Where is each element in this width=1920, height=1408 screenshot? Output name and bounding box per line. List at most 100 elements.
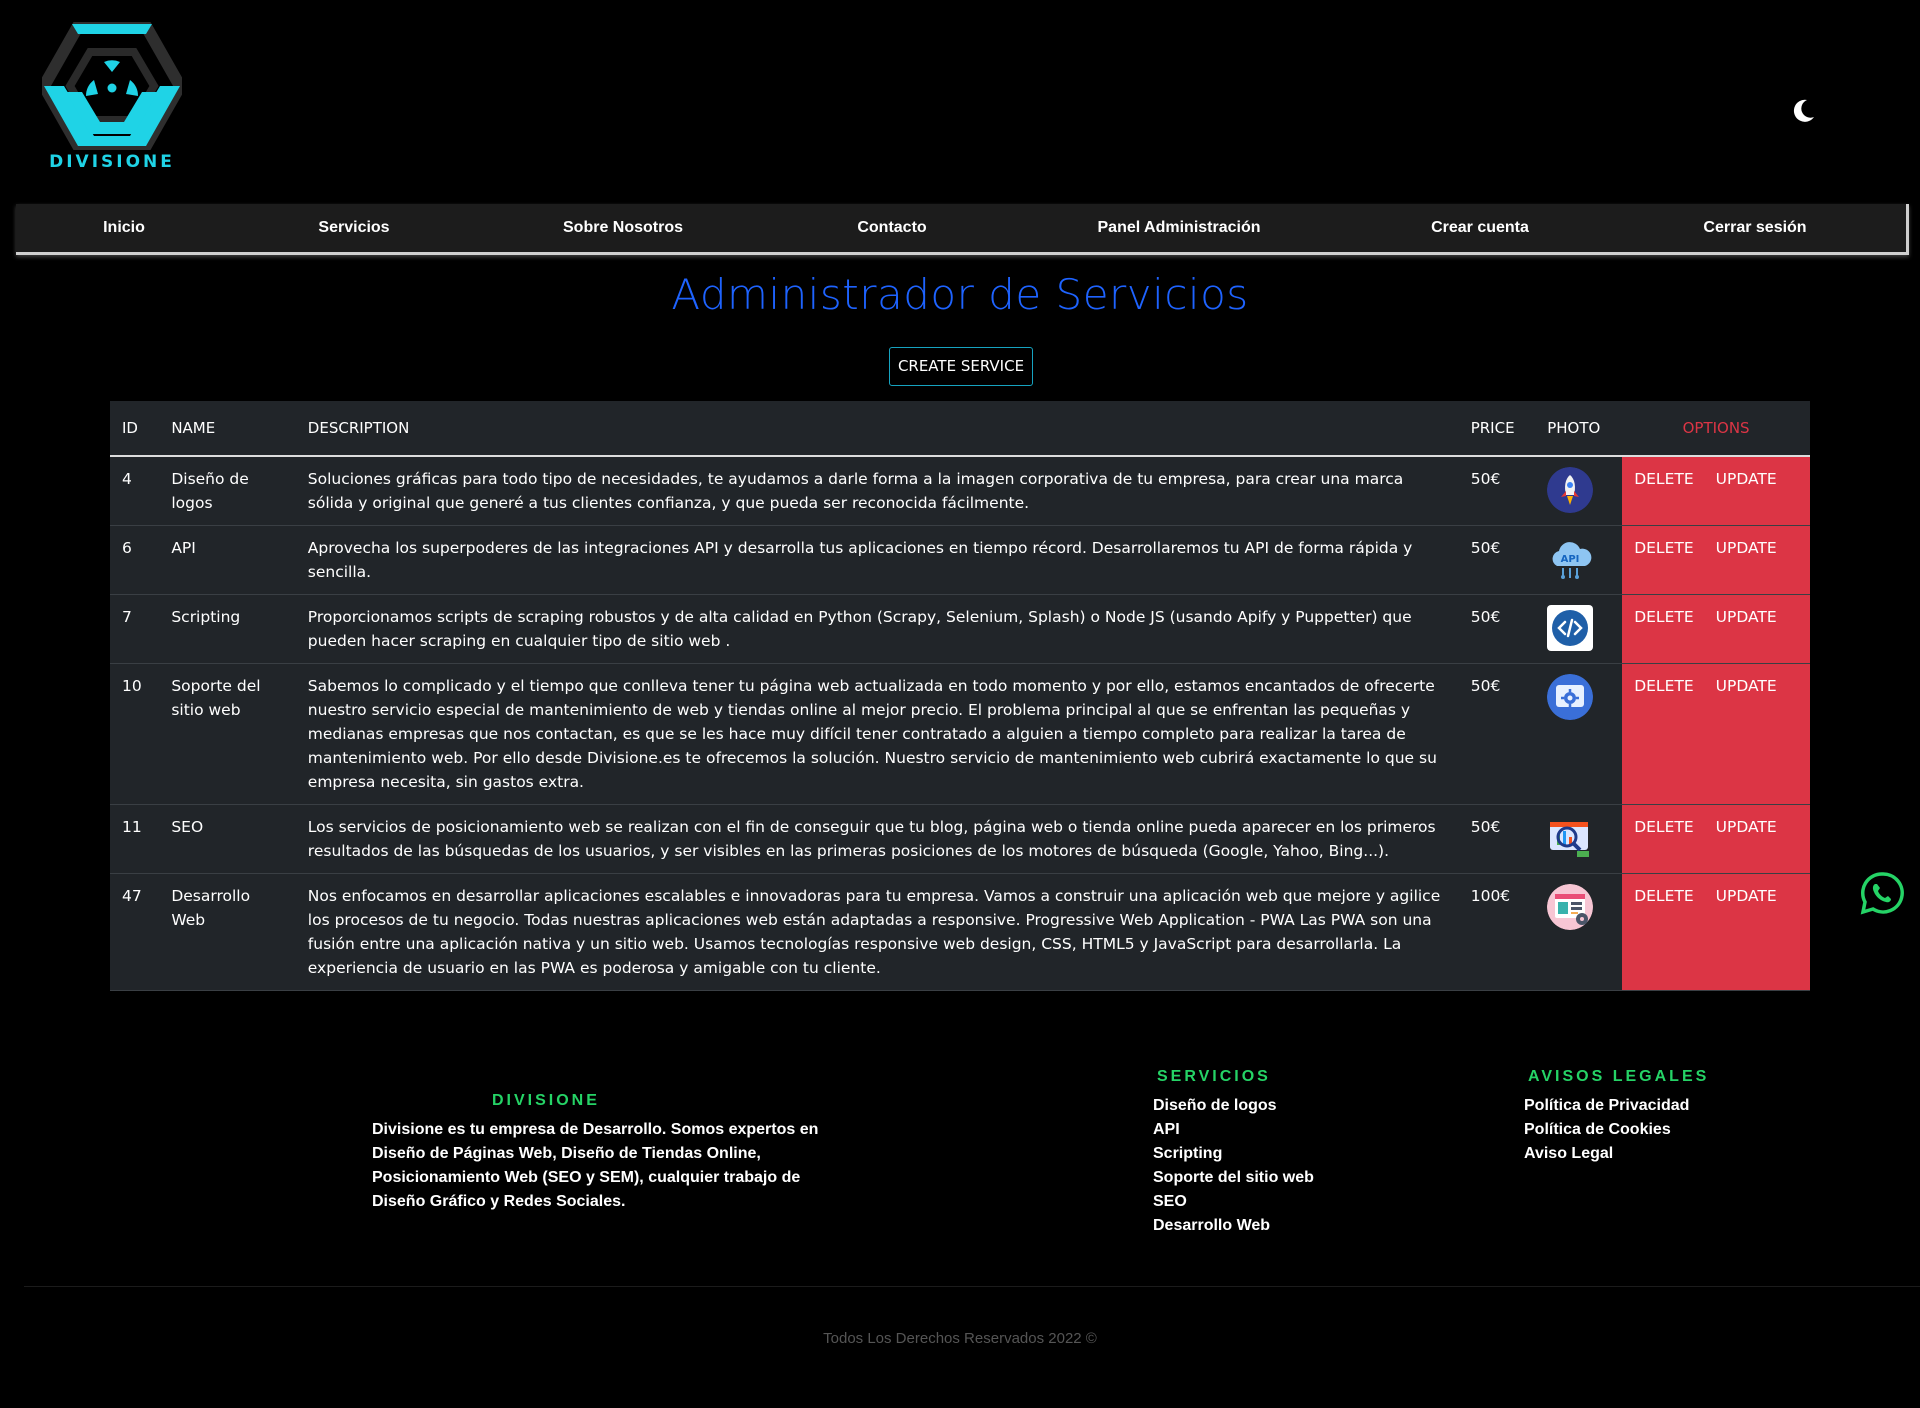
nav-item-crear-cuenta[interactable]: Crear cuenta <box>1431 204 1529 252</box>
cell-photo: API <box>1535 525 1623 595</box>
seo-search-icon <box>1547 815 1593 861</box>
nav-item-contacto[interactable]: Contacto <box>857 204 926 252</box>
delete-button[interactable]: DELETE <box>1634 818 1693 836</box>
footer-link-api[interactable]: API <box>1153 1118 1314 1142</box>
footer-services-title: SERVICIOS <box>1157 1068 1271 1085</box>
update-button[interactable]: UPDATE <box>1716 887 1777 905</box>
footer-link-aviso-legal[interactable]: Aviso Legal <box>1524 1142 1689 1166</box>
table-row: 4 Diseño de logos Soluciones gráficas pa… <box>110 456 1810 526</box>
cell-id: 10 <box>110 663 160 805</box>
code-icon <box>1547 605 1594 651</box>
cell-name: Desarrollo Web <box>159 873 296 991</box>
table-row: 6 API Aprovecha los superpoderes de las … <box>110 525 1810 595</box>
footer-link-diseno-logos[interactable]: Diseño de logos <box>1153 1094 1314 1118</box>
delete-button[interactable]: DELETE <box>1634 470 1693 488</box>
cell-options: DELETE UPDATE <box>1622 873 1810 991</box>
cell-name: Diseño de logos <box>159 456 296 526</box>
cell-photo <box>1535 594 1623 664</box>
nav-item-servicios[interactable]: Servicios <box>318 204 389 252</box>
cell-price: 50€ <box>1458 456 1536 526</box>
nav-item-cerrar-sesion[interactable]: Cerrar sesión <box>1703 204 1806 252</box>
brand-logo[interactable]: DIVISIONE <box>42 22 182 174</box>
cell-options: DELETE UPDATE <box>1622 663 1810 805</box>
delete-button[interactable]: DELETE <box>1634 887 1693 905</box>
cell-price: 100€ <box>1458 873 1536 991</box>
header-options: OPTIONS <box>1622 401 1810 457</box>
footer-about-line: Posicionamiento Web (SEO y SEM), cualqui… <box>372 1169 801 1186</box>
table-row: 7 Scripting Proporcionamos scripts de sc… <box>110 594 1810 664</box>
update-button[interactable]: UPDATE <box>1716 677 1777 695</box>
cell-options: DELETE UPDATE <box>1622 456 1810 526</box>
footer-link-seo[interactable]: SEO <box>1153 1190 1314 1214</box>
footer-about-text: Divisione es tu empresa de Desarrollo. S… <box>372 1118 818 1214</box>
moon-icon <box>1793 99 1814 122</box>
footer-divider <box>24 1286 1920 1287</box>
cell-options: DELETE UPDATE <box>1622 804 1810 874</box>
cell-name: Scripting <box>159 594 296 664</box>
delete-button[interactable]: DELETE <box>1634 608 1693 626</box>
theme-toggle-button[interactable] <box>1788 96 1818 126</box>
cell-name: Soporte del sitio web <box>159 663 296 805</box>
table-row: 10 Soporte del sitio web Sabemos lo comp… <box>110 663 1810 805</box>
whatsapp-icon <box>1860 872 1904 915</box>
cell-price: 50€ <box>1458 663 1536 805</box>
table-header-row: ID NAME DESCRIPTION PRICE PHOTO OPTIONS <box>110 401 1810 457</box>
footer-legal-list: Política de Privacidad Política de Cooki… <box>1524 1094 1689 1166</box>
header-price: PRICE <box>1458 401 1536 457</box>
delete-button[interactable]: DELETE <box>1634 539 1693 557</box>
cell-id: 11 <box>110 804 160 874</box>
footer-about-line: Divisione es tu empresa de Desarrollo. S… <box>372 1121 819 1138</box>
cell-photo <box>1535 456 1623 526</box>
footer-link-soporte[interactable]: Soporte del sitio web <box>1153 1166 1314 1190</box>
header-photo: PHOTO <box>1535 401 1623 457</box>
table-row: 11 SEO Los servicios de posicionamiento … <box>110 804 1810 874</box>
cell-description: Aprovecha los superpoderes de las integr… <box>295 525 1459 595</box>
api-cloud-text: API <box>1561 554 1580 565</box>
rocket-icon <box>1547 467 1594 513</box>
update-button[interactable]: UPDATE <box>1716 818 1777 836</box>
main-navbar: Inicio Servicios Sobre Nosotros Contacto… <box>16 204 1909 255</box>
nav-item-inicio[interactable]: Inicio <box>103 204 145 252</box>
cell-photo <box>1535 873 1623 991</box>
cell-options: DELETE UPDATE <box>1622 525 1810 595</box>
whatsapp-button[interactable] <box>1860 871 1904 915</box>
footer-about-line: Diseño de Páginas Web, Diseño de Tiendas… <box>372 1145 761 1162</box>
footer-link-cookies[interactable]: Política de Cookies <box>1524 1118 1689 1142</box>
web-dev-icon <box>1547 884 1594 930</box>
cell-photo <box>1535 804 1623 874</box>
delete-button[interactable]: DELETE <box>1634 677 1693 695</box>
footer-link-privacidad[interactable]: Política de Privacidad <box>1524 1094 1689 1118</box>
settings-window-icon <box>1547 674 1594 720</box>
update-button[interactable]: UPDATE <box>1716 470 1777 488</box>
cell-description: Sabemos lo complicado y el tiempo que co… <box>295 663 1459 805</box>
cell-photo <box>1535 663 1623 805</box>
footer-link-desarrollo-web[interactable]: Desarrollo Web <box>1153 1214 1314 1238</box>
nav-item-panel-administracion[interactable]: Panel Administración <box>1098 204 1261 252</box>
cell-price: 50€ <box>1458 804 1536 874</box>
page-title: Administrador de Servicios <box>671 270 1249 319</box>
cell-description: Soluciones gráficas para todo tipo de ne… <box>295 456 1459 526</box>
nav-item-sobre-nosotros[interactable]: Sobre Nosotros <box>563 204 683 252</box>
cell-name: SEO <box>159 804 296 874</box>
header-name: NAME <box>159 401 296 457</box>
api-cloud-icon: API <box>1547 536 1593 582</box>
footer-legal-title: AVISOS LEGALES <box>1528 1068 1710 1085</box>
header-id: ID <box>110 401 160 457</box>
table-row: 47 Desarrollo Web Nos enfocamos en desar… <box>110 873 1810 991</box>
footer-link-scripting[interactable]: Scripting <box>1153 1142 1314 1166</box>
cell-price: 50€ <box>1458 525 1536 595</box>
cell-id: 47 <box>110 873 160 991</box>
header-description: DESCRIPTION <box>295 401 1459 457</box>
create-service-button[interactable]: CREATE SERVICE <box>889 347 1033 386</box>
cell-id: 4 <box>110 456 160 526</box>
cell-description: Nos enfocamos en desarrollar aplicacione… <box>295 873 1459 991</box>
footer-services-list: Diseño de logos API Scripting Soporte de… <box>1153 1094 1314 1238</box>
update-button[interactable]: UPDATE <box>1716 608 1777 626</box>
hexagon-radiation-logo-icon <box>42 22 182 150</box>
cell-price: 50€ <box>1458 594 1536 664</box>
footer-about-line: Diseño Gráfico y Redes Sociales. <box>372 1193 626 1210</box>
cell-description: Los servicios de posicionamiento web se … <box>295 804 1459 874</box>
cell-options: DELETE UPDATE <box>1622 594 1810 664</box>
cell-description: Proporcionamos scripts de scraping robus… <box>295 594 1459 664</box>
update-button[interactable]: UPDATE <box>1716 539 1777 557</box>
